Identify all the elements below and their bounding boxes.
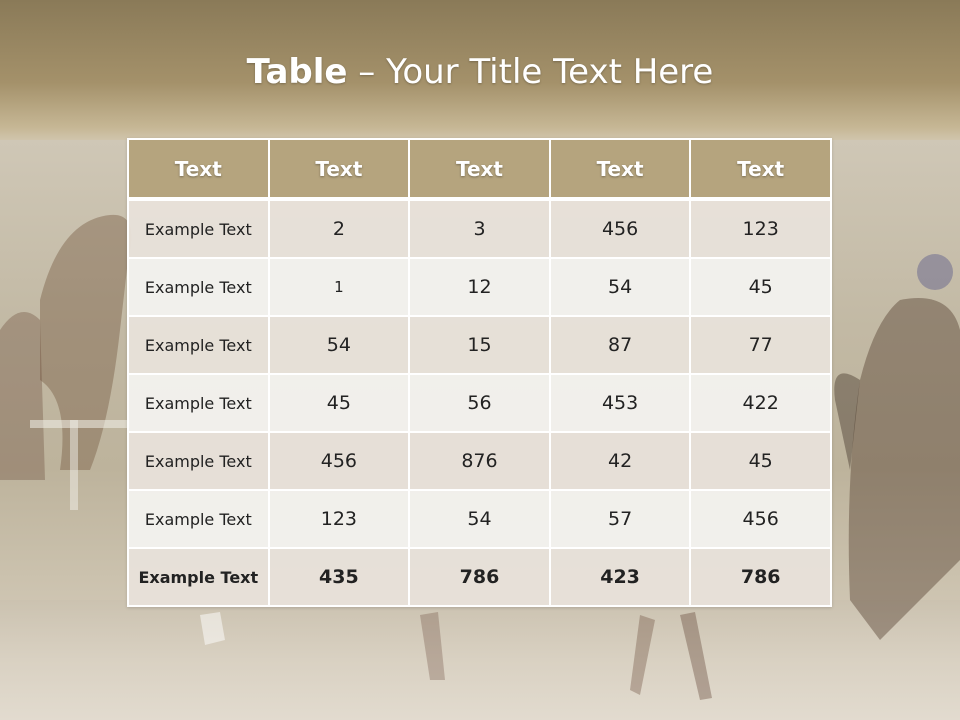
table-cell: 87 xyxy=(548,315,692,375)
table-cell: 45 xyxy=(689,257,832,317)
header-cell: Text xyxy=(267,138,411,201)
table-cell: 77 xyxy=(689,315,832,375)
table-cell: 54 xyxy=(548,257,692,317)
table-cell: Example Text xyxy=(127,489,270,549)
data-table-container: Text Text Text Text Text Example Text 2 … xyxy=(127,138,832,607)
table-cell: 57 xyxy=(548,489,692,549)
table-row: Example Text 1 12 54 45 xyxy=(127,257,832,317)
table-cell: 422 xyxy=(689,373,832,433)
table-cell: 3 xyxy=(408,198,551,259)
table-cell: 786 xyxy=(689,547,832,607)
table-cell: 123 xyxy=(689,198,832,259)
slide-title: Table – Your Title Text Here xyxy=(0,52,960,92)
table-cell: Example Text xyxy=(127,315,270,375)
table-cell: 876 xyxy=(408,431,551,491)
table-row: Example Text 456 876 42 45 xyxy=(127,431,832,491)
table-row: Example Text 54 15 87 77 xyxy=(127,315,832,375)
table-cell: Example Text xyxy=(127,198,270,259)
table-cell: 1 xyxy=(267,257,411,317)
header-cell: Text xyxy=(408,138,551,201)
header-cell: Text xyxy=(689,138,832,201)
table-row: Example Text 45 56 453 422 xyxy=(127,373,832,433)
table-total-row: Example Text 435 786 423 786 xyxy=(127,547,832,607)
table-cell: 56 xyxy=(408,373,551,433)
table-cell: 15 xyxy=(408,315,551,375)
table-cell: 456 xyxy=(267,431,411,491)
table-cell: 456 xyxy=(689,489,832,549)
table-header-row: Text Text Text Text Text xyxy=(127,138,832,201)
table-cell: 54 xyxy=(267,315,411,375)
table-cell: 123 xyxy=(267,489,411,549)
table-cell: Example Text xyxy=(127,547,270,607)
table-cell: 786 xyxy=(408,547,551,607)
table-cell: 2 xyxy=(267,198,411,259)
table-cell: 42 xyxy=(548,431,692,491)
table-cell: 45 xyxy=(267,373,411,433)
table-cell: 453 xyxy=(548,373,692,433)
header-cell: Text xyxy=(127,138,270,201)
table-row: Example Text 123 54 57 456 xyxy=(127,489,832,549)
table-cell: 54 xyxy=(408,489,551,549)
title-rest-part: – Your Title Text Here xyxy=(347,52,714,92)
table-cell: 12 xyxy=(408,257,551,317)
header-cell: Text xyxy=(548,138,692,201)
table-cell: 45 xyxy=(689,431,832,491)
table-cell: 456 xyxy=(548,198,692,259)
table-cell: 423 xyxy=(548,547,692,607)
table-cell: 435 xyxy=(267,547,411,607)
table-row: Example Text 2 3 456 123 xyxy=(127,198,832,259)
title-bold-part: Table xyxy=(246,52,348,92)
data-table: Text Text Text Text Text Example Text 2 … xyxy=(127,138,832,607)
table-cell: Example Text xyxy=(127,373,270,433)
table-cell: Example Text xyxy=(127,431,270,491)
table-cell: Example Text xyxy=(127,257,270,317)
